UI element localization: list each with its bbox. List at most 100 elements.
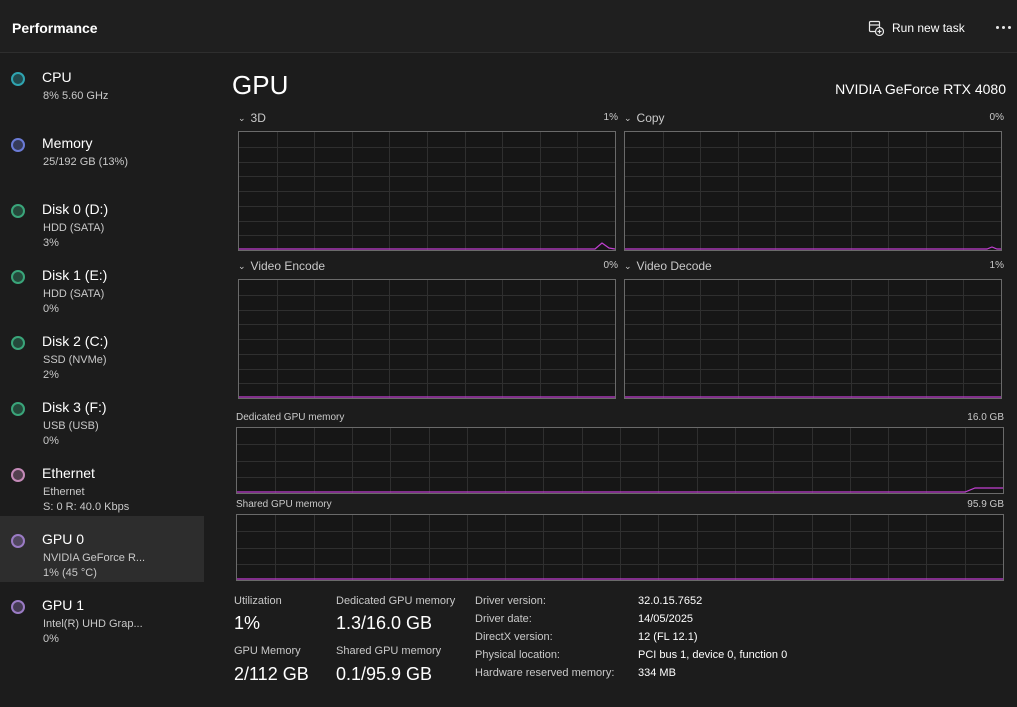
gpu-heading: GPU [232, 70, 289, 100]
page-title: Performance [12, 20, 98, 36]
engine-selector-3d[interactable]: ⌄ 3D [238, 111, 266, 125]
gpu-indicator-icon [11, 600, 25, 614]
graph-video-encode [238, 279, 616, 399]
sidebar-item-detail: SSD (NVMe) [43, 354, 107, 366]
disk-indicator-icon [11, 270, 25, 284]
sidebar-item-detail-2: 0% [43, 633, 59, 645]
sidebar-item-disk-3[interactable]: Disk 3 (F:) USB (USB) 0% [0, 384, 204, 450]
sidebar-item-detail-2: S: 0 R: 40.0 Kbps [43, 501, 130, 513]
more-options-icon[interactable] [994, 16, 1014, 38]
sidebar-item-disk-2[interactable]: Disk 2 (C:) SSD (NVMe) 2% [0, 318, 204, 384]
info-key: Driver version: [475, 595, 546, 607]
sidebar-item-detail: Ethernet [43, 486, 85, 498]
shared-stat-value: 0.1/95.9 GB [336, 664, 433, 684]
sidebar-item-detail: NVIDIA GeForce R... [43, 552, 146, 564]
sidebar-item-detail: HDD (SATA) [43, 288, 105, 300]
engine-percent: 0% [989, 112, 1004, 123]
info-key: Hardware reserved memory: [475, 667, 615, 679]
chevron-down-icon: ⌄ [238, 260, 246, 271]
info-value: 32.0.15.7652 [638, 595, 703, 607]
chevron-down-icon: ⌄ [624, 112, 632, 123]
shared-memory-label: Shared GPU memory [236, 499, 332, 510]
chevron-down-icon: ⌄ [238, 112, 246, 123]
graph-canvas [239, 132, 615, 250]
graph-copy [624, 131, 1002, 251]
sidebar-item-detail-2: 0% [43, 303, 59, 315]
sidebar-item-memory[interactable]: Memory 25/192 GB (13%) [0, 120, 204, 186]
graph-3d [238, 131, 616, 251]
sidebar-item-name: Disk 1 (E:) [42, 267, 108, 283]
disk-indicator-icon [11, 204, 25, 218]
sidebar-item-gpu-0[interactable]: GPU 0 NVIDIA GeForce R... 1% (45 °C) [0, 516, 204, 582]
graph-shared-memory [236, 514, 1004, 581]
run-new-task-button[interactable]: Run new task [868, 17, 965, 39]
engine-percent: 0% [603, 260, 618, 271]
sidebar-item-detail: Intel(R) UHD Grap... [43, 618, 143, 630]
dedicated-stat-label: Dedicated GPU memory [336, 595, 456, 607]
dedicated-stat-value: 1.3/16.0 GB [336, 613, 433, 633]
memory-indicator-icon [11, 138, 25, 152]
dedicated-memory-label: Dedicated GPU memory [236, 412, 345, 423]
utilization-value: 1% [234, 613, 261, 633]
info-value: 334 MB [638, 667, 676, 679]
sidebar-item-name: GPU 1 [42, 597, 85, 613]
sidebar-item-name: Disk 3 (F:) [42, 399, 107, 415]
sidebar-item-detail: 8% 5.60 GHz [43, 90, 109, 102]
chevron-down-icon: ⌄ [624, 260, 632, 271]
sidebar-item-name: Ethernet [42, 465, 95, 481]
info-value: 12 (FL 12.1) [638, 631, 698, 643]
graph-video-decode [624, 279, 1002, 399]
sidebar-item-detail-2: 0% [43, 435, 59, 447]
sidebar-item-detail: 25/192 GB (13%) [43, 156, 128, 168]
sidebar-item-name: Disk 2 (C:) [42, 333, 109, 349]
disk-indicator-icon [11, 336, 25, 350]
gpu-indicator-icon [11, 534, 25, 548]
graph-canvas [625, 280, 1001, 398]
gpu-model-name: NVIDIA GeForce RTX 4080 [835, 81, 1006, 97]
disk-indicator-icon [11, 402, 25, 416]
dedicated-memory-max: 16.0 GB [967, 412, 1004, 423]
shared-stat-label: Shared GPU memory [336, 645, 442, 657]
graph-dedicated-memory [236, 427, 1004, 494]
sidebar-item-detail: USB (USB) [43, 420, 99, 432]
engine-label: Video Decode [636, 259, 712, 273]
engine-selector-copy[interactable]: ⌄ Copy [624, 111, 665, 125]
sidebar-item-detail-2: 3% [43, 237, 59, 249]
engine-label: Video Encode [250, 259, 326, 273]
cpu-indicator-icon [11, 72, 25, 86]
info-value: 14/05/2025 [638, 613, 694, 625]
sidebar-item-detail-2: 1% (45 °C) [43, 567, 97, 579]
info-value: PCI bus 1, device 0, function 0 [638, 649, 788, 661]
engine-selector-video-decode[interactable]: ⌄ Video Decode [624, 259, 712, 273]
sidebar-item-disk-0[interactable]: Disk 0 (D:) HDD (SATA) 3% [0, 186, 204, 252]
sidebar-item-name: Memory [42, 135, 93, 151]
sidebar-item-disk-1[interactable]: Disk 1 (E:) HDD (SATA) 0% [0, 252, 204, 318]
sidebar-item-detail-2: 2% [43, 369, 59, 381]
sidebar-item-detail: HDD (SATA) [43, 222, 105, 234]
sidebar-item-name: CPU [42, 69, 72, 85]
info-key: DirectX version: [475, 631, 553, 643]
sidebar-item-name: Disk 0 (D:) [42, 201, 109, 217]
graph-canvas [237, 428, 1003, 493]
engine-percent: 1% [603, 112, 618, 123]
graph-canvas [239, 280, 615, 398]
shared-memory-max: 95.9 GB [967, 499, 1004, 510]
ethernet-indicator-icon [11, 468, 25, 482]
graph-canvas [237, 515, 1003, 580]
run-task-icon [868, 20, 884, 36]
sidebar-item-gpu-1[interactable]: GPU 1 Intel(R) UHD Grap... 0% [0, 582, 204, 648]
title-bar: Performance Run new task [0, 0, 1017, 53]
run-new-task-label: Run new task [892, 21, 965, 35]
gpu-memory-value: 2/112 GB [234, 664, 309, 684]
engine-label: 3D [250, 111, 266, 125]
engine-label: Copy [636, 111, 665, 125]
sidebar-item-ethernet[interactable]: Ethernet Ethernet S: 0 R: 40.0 Kbps [0, 450, 204, 516]
info-key: Physical location: [475, 649, 560, 661]
sidebar-item-name: GPU 0 [42, 531, 85, 547]
gpu-memory-label: GPU Memory [234, 645, 301, 657]
engine-percent: 1% [989, 260, 1004, 271]
utilization-label: Utilization [234, 595, 282, 607]
sidebar-item-cpu[interactable]: CPU 8% 5.60 GHz [0, 54, 204, 120]
engine-selector-video-encode[interactable]: ⌄ Video Encode [238, 259, 325, 273]
info-key: Driver date: [475, 613, 532, 625]
